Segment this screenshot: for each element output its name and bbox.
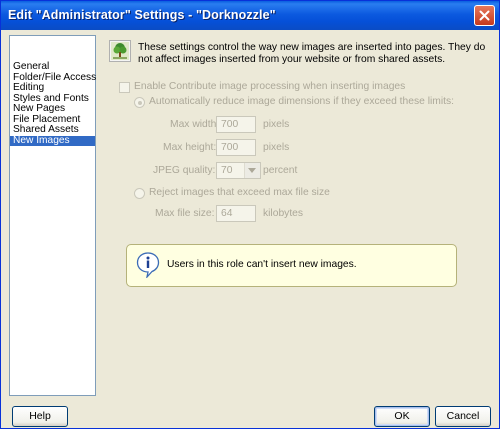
max-width-input[interactable]: 700 [216, 116, 256, 133]
dropdown-arrow-icon[interactable] [244, 163, 260, 178]
reduce-dimensions-label: Automatically reduce image dimensions if… [149, 96, 455, 107]
help-button[interactable]: Help [12, 406, 68, 427]
nav-item-new-pages[interactable]: New Pages [10, 103, 95, 115]
cancel-button[interactable]: Cancel [435, 406, 491, 427]
reject-images-label: Reject images that exceed max file size [149, 187, 330, 198]
reduce-dimensions-radio[interactable] [134, 97, 145, 108]
nav-item-new-images[interactable]: New Images [10, 135, 95, 146]
category-list[interactable]: General Folder/File Access Editing Style… [9, 35, 96, 396]
ok-button[interactable]: OK [374, 406, 430, 427]
nav-item-general[interactable]: General [10, 61, 95, 73]
radio-selected-dot [138, 101, 142, 105]
category-items: General Folder/File Access Editing Style… [10, 36, 96, 146]
image-settings-icon [109, 40, 131, 62]
nav-item-editing[interactable]: Editing [10, 82, 95, 94]
max-file-size-input[interactable]: 64 [216, 205, 256, 222]
jpeg-quality-label: JPEG quality: [153, 165, 216, 176]
close-button[interactable] [474, 5, 495, 26]
max-height-unit: pixels [263, 142, 290, 153]
intro-text: These settings control the way new image… [138, 42, 486, 65]
max-file-size-label: Max file size: [155, 208, 215, 219]
enable-image-processing-checkbox[interactable] [119, 82, 130, 93]
jpeg-quality-value: 70 [221, 165, 233, 176]
max-height-input[interactable]: 700 [216, 139, 256, 156]
window-title: Edit "Administrator" Settings - "Dorknoz… [8, 8, 276, 22]
settings-dialog: Edit "Administrator" Settings - "Dorknoz… [0, 0, 500, 429]
nav-item-shared-assets[interactable]: Shared Assets [10, 124, 95, 136]
reject-images-radio[interactable] [134, 188, 145, 199]
info-icon [136, 252, 160, 278]
title-bar[interactable]: Edit "Administrator" Settings - "Dorknoz… [1, 1, 499, 30]
jpeg-quality-unit: percent [263, 165, 298, 176]
settings-panel: These settings control the way new image… [105, 35, 491, 396]
alert-message: Users in this role can't insert new imag… [167, 259, 357, 270]
jpeg-quality-select[interactable]: 70 [216, 162, 261, 179]
max-file-size-unit: kilobytes [263, 208, 304, 219]
max-width-label: Max width: [170, 119, 220, 130]
enable-image-processing-label: Enable Contribute image processing when … [134, 81, 406, 92]
permission-alert: Users in this role can't insert new imag… [126, 244, 457, 287]
max-height-label: Max height: [163, 142, 217, 153]
close-icon [479, 10, 490, 21]
max-width-unit: pixels [263, 119, 290, 130]
